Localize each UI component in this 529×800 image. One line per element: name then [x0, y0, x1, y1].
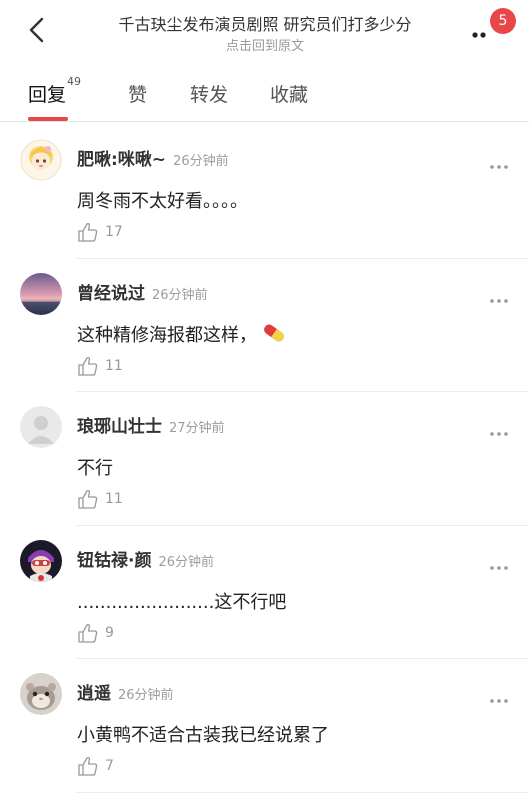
hamster-avatar[interactable] — [20, 673, 62, 715]
back-button[interactable] — [24, 14, 52, 46]
active-tab-indicator — [28, 117, 68, 121]
tab-favorites-label: 收藏 — [270, 84, 309, 106]
tab-favorites[interactable]: 收藏 — [270, 80, 308, 107]
username[interactable]: 曾经说过 — [77, 284, 145, 304]
cartoon-girl-avatar[interactable] — [20, 139, 62, 181]
comment-time: 26分钟前 — [158, 554, 215, 570]
thumbs-up-icon — [78, 623, 98, 643]
username[interactable]: 肥啾:咪啾~ — [77, 150, 166, 170]
tab-bar: 回复49 赞 转发 收藏 — [0, 62, 529, 122]
tab-replies-count: 49 — [67, 74, 82, 88]
comment-text-row: 这种精修海报都这样， — [77, 321, 287, 347]
back-to-article-link[interactable]: 点击回到原文 — [90, 35, 440, 54]
tab-likes[interactable]: 赞 — [128, 80, 147, 107]
back-chevron-icon — [29, 17, 44, 43]
thumbs-up-icon — [78, 223, 98, 242]
more-dots-icon — [490, 565, 508, 570]
comment-time: 27分钟前 — [169, 421, 225, 436]
comment-more-button[interactable] — [489, 289, 509, 303]
like-button[interactable]: 17 — [77, 221, 123, 243]
comment-header: 钮钴禄·颜 26分钟前 — [77, 546, 214, 571]
more-dots-icon — [490, 432, 508, 436]
tab-likes-label: 赞 — [128, 84, 148, 106]
default-user-avatar[interactable] — [20, 406, 62, 448]
anime-character-avatar[interactable] — [20, 539, 62, 582]
like-button[interactable]: 9 — [77, 622, 114, 644]
comment-more-button[interactable] — [489, 155, 509, 169]
tab-reposts-label: 转发 — [190, 84, 229, 106]
thumbs-up-icon — [78, 490, 98, 509]
more-dots-icon — [490, 699, 508, 703]
comment-header: 曾经说过 26分钟前 — [77, 279, 208, 304]
username[interactable]: 逍遥 — [77, 684, 111, 704]
comment-item: 肥啾:咪啾~ 26分钟前 周冬雨不太好看。。。。 17 — [0, 125, 529, 259]
comment-more-button[interactable] — [489, 689, 509, 703]
username[interactable]: 钮钴禄·颜 — [77, 551, 151, 571]
comment-text: 周冬雨不太好看。。。。 — [77, 191, 248, 212]
thumbs-up-icon — [78, 757, 98, 776]
like-button[interactable]: 11 — [77, 488, 123, 510]
top-bar: 千古玦尘发布演员剧照 研究员们打多少分 点击回到原文 5 — [0, 0, 529, 62]
comment-time: 26分钟前 — [118, 688, 174, 703]
username[interactable]: 琅琊山壮士 — [77, 417, 162, 437]
comment-text: 不行 — [77, 458, 113, 479]
like-button[interactable]: 11 — [77, 355, 123, 377]
like-button[interactable]: 7 — [77, 755, 114, 777]
comment-header: 逍遥 26分钟前 — [77, 679, 174, 704]
comment-item: 逍遥 26分钟前 小黄鸭不适合古装我已经说累了 7 — [0, 659, 529, 793]
comment-item: 曾经说过 26分钟前 这种精修海报都这样， 11 — [0, 259, 529, 393]
comment-text: ........................这不行吧 — [77, 591, 287, 613]
more-dots-icon — [472, 32, 486, 38]
more-dots-icon — [490, 165, 508, 169]
comment-time: 26分钟前 — [173, 154, 229, 169]
like-count: 7 — [105, 758, 114, 774]
comment-more-button[interactable] — [489, 422, 509, 436]
comment-time: 26分钟前 — [152, 287, 208, 303]
tab-reposts[interactable]: 转发 — [190, 80, 228, 107]
like-count: 9 — [105, 624, 114, 641]
pill-icon — [264, 324, 284, 341]
comment-item: 钮钴禄·颜 26分钟前 ........................这不行吧 … — [0, 526, 529, 660]
sunset-sea-avatar[interactable] — [20, 272, 62, 315]
tab-replies-label: 回复 — [28, 84, 67, 106]
like-count: 17 — [105, 224, 123, 240]
notification-badge[interactable]: 5 — [490, 8, 516, 34]
tab-replies[interactable]: 回复49 — [28, 75, 81, 107]
like-count: 11 — [105, 357, 123, 374]
comment-header: 琅琊山壮士 27分钟前 — [77, 412, 225, 437]
thumbs-up-icon — [78, 356, 98, 376]
like-count: 11 — [105, 491, 123, 507]
comment-text: 小黄鸭不适合古装我已经说累了 — [77, 725, 329, 746]
comment-item: 琅琊山壮士 27分钟前 不行 11 — [0, 392, 529, 526]
comment-list: 肥啾:咪啾~ 26分钟前 周冬雨不太好看。。。。 17 曾经说过 26分钟前 这… — [0, 125, 529, 793]
comment-header: 肥啾:咪啾~ 26分钟前 — [77, 145, 229, 170]
more-dots-icon — [490, 298, 508, 303]
article-title[interactable]: 千古玦尘发布演员剧照 研究员们打多少分 — [90, 11, 440, 35]
more-options-button[interactable] — [472, 24, 490, 38]
comment-text: 这种精修海报都这样， — [77, 324, 257, 346]
comment-more-button[interactable] — [489, 556, 509, 570]
